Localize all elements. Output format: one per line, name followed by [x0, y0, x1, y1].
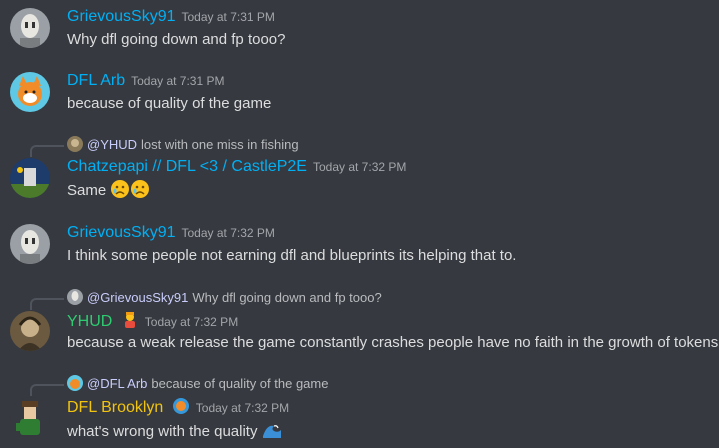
- author-name[interactable]: GrievousSky91: [67, 8, 176, 25]
- author-name[interactable]: YHUD: [67, 313, 112, 330]
- timestamp: Today at 7:32 PM: [144, 315, 239, 329]
- reply-text: Why dfl going down and fp tooo?: [192, 289, 382, 305]
- reply-preview[interactable]: @YHUD lost with one miss in fishing: [67, 136, 299, 152]
- portrait-avatar[interactable]: [10, 311, 50, 351]
- reply-avatar-icon: [67, 375, 83, 391]
- message-text: I think some people not earning dfl and …: [67, 247, 517, 264]
- message-body: what's wrong with the quality: [67, 420, 282, 440]
- message-text: Same: [67, 182, 107, 199]
- reply-avatar-icon: [67, 136, 83, 152]
- reply-author[interactable]: @YHUD: [87, 137, 137, 152]
- timestamp: Today at 7:32 PM: [312, 160, 407, 174]
- reply-spine: [30, 145, 64, 157]
- grievous-avatar[interactable]: [10, 8, 50, 48]
- message-text: Why dfl going down and fp tooo?: [67, 31, 286, 48]
- reply-author[interactable]: @GrievousSky91: [87, 290, 188, 305]
- scene-avatar[interactable]: [10, 158, 50, 198]
- crying-emoji-icon: [131, 180, 150, 198]
- author-name[interactable]: DFL Brooklyn: [67, 399, 163, 416]
- timestamp: Today at 7:32 PM: [181, 226, 275, 240]
- reply-preview[interactable]: @DFL Arb because of quality of the game: [67, 375, 328, 391]
- author-name[interactable]: GrievousSky91: [67, 224, 176, 241]
- author-name[interactable]: DFL Arb: [67, 72, 125, 89]
- timestamp: Today at 7:32 PM: [195, 401, 290, 415]
- reply-avatar-icon: [67, 289, 83, 305]
- reply-spine: [30, 298, 64, 310]
- robot-avatar[interactable]: [10, 397, 50, 437]
- message-body: Same: [67, 179, 150, 199]
- person-emoji-icon: [124, 312, 135, 328]
- author-name[interactable]: Chatzepapi // DFL <3 / CastleP2E: [67, 158, 307, 175]
- reply-text: because of quality of the game: [151, 375, 329, 391]
- message-text: what's wrong with the quality: [67, 423, 258, 440]
- message-text: because of quality of the game: [67, 95, 272, 112]
- crying-emoji-icon: [111, 180, 130, 198]
- fox-avatar[interactable]: [10, 72, 50, 112]
- reply-author[interactable]: @DFL Arb: [87, 376, 147, 391]
- reply-spine: [30, 384, 64, 396]
- message-text: because a weak release the game constant…: [67, 334, 719, 351]
- wave-emoji-icon: [262, 425, 281, 438]
- timestamp: Today at 7:31 PM: [131, 74, 225, 88]
- grievous-avatar[interactable]: [10, 224, 50, 264]
- badge-icon: [172, 398, 189, 414]
- timestamp: Today at 7:31 PM: [181, 10, 275, 24]
- reply-text: lost with one miss in fishing: [141, 136, 299, 152]
- reply-preview[interactable]: @GrievousSky91 Why dfl going down and fp…: [67, 289, 382, 305]
